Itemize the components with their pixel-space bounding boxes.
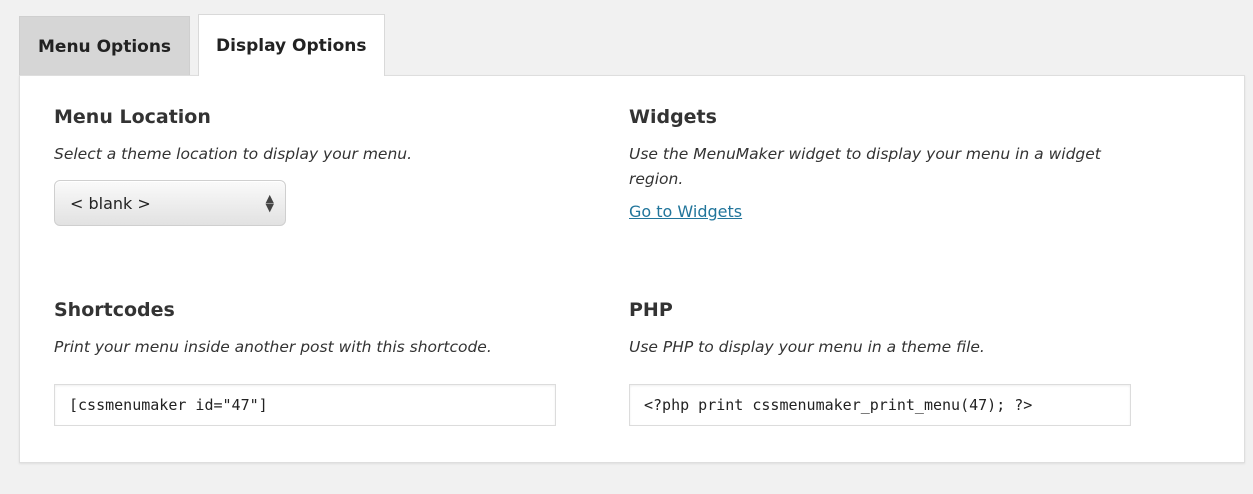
tab-menu-options[interactable]: Menu Options [19, 16, 191, 76]
go-to-widgets-link[interactable]: Go to Widgets [629, 202, 742, 221]
shortcode-field[interactable]: [cssmenumaker id="47"] [54, 384, 556, 426]
php-code-value: <?php print cssmenumaker_print_menu(47);… [644, 396, 1033, 414]
shortcodes-section: Shortcodes Print your menu inside anothe… [54, 299, 574, 426]
menu-location-section: Menu Location Select a theme location to… [54, 106, 574, 226]
display-options-panel: Menu Location Select a theme location to… [19, 75, 1245, 463]
tab-bar: Menu Options Display Options [19, 14, 385, 76]
php-code-field[interactable]: <?php print cssmenumaker_print_menu(47);… [629, 384, 1131, 426]
select-arrows-icon: ▲ ▼ [265, 192, 274, 214]
widgets-description: Use the MenuMaker widget to display your… [629, 145, 1101, 188]
php-description: Use PHP to display your menu in a theme … [629, 338, 985, 356]
php-title: PHP [629, 299, 673, 321]
widgets-section: Widgets Use the MenuMaker widget to disp… [629, 106, 1129, 221]
shortcodes-description: Print your menu inside another post with… [54, 338, 492, 356]
tab-display-options[interactable]: Display Options [198, 14, 385, 76]
widgets-title: Widgets [629, 106, 717, 128]
menu-location-title: Menu Location [54, 106, 211, 128]
php-section: PHP Use PHP to display your menu in a th… [629, 299, 1149, 426]
shortcode-value: [cssmenumaker id="47"] [69, 396, 268, 414]
tab-menu-options-label: Menu Options [38, 36, 172, 57]
tab-display-options-label: Display Options [216, 35, 367, 56]
shortcodes-title: Shortcodes [54, 299, 175, 321]
theme-location-select-value: < blank > [70, 193, 151, 213]
theme-location-select[interactable]: < blank > ▲ ▼ [54, 180, 286, 226]
menu-location-description: Select a theme location to display your … [54, 145, 413, 163]
